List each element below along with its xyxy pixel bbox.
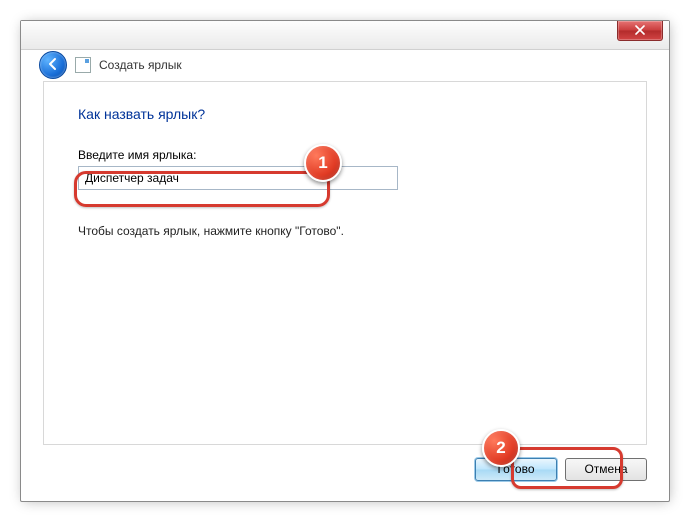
finish-button[interactable]: Готово <box>475 458 557 481</box>
dialog-title: Создать ярлык <box>99 58 182 72</box>
shortcut-app-icon <box>75 57 91 73</box>
close-button[interactable] <box>617 21 663 41</box>
back-button[interactable] <box>39 51 67 79</box>
arrow-left-icon <box>46 57 60 74</box>
close-icon <box>635 24 645 38</box>
cancel-button[interactable]: Отмена <box>565 458 647 481</box>
footer: Готово Отмена <box>43 451 647 487</box>
titlebar <box>21 21 669 50</box>
wizard-window: Создать ярлык Как назвать ярлык? Введите… <box>20 20 670 502</box>
name-field-label: Введите имя ярлыка: <box>78 148 612 162</box>
content-pane: Как назвать ярлык? Введите имя ярлыка: Ч… <box>43 81 647 445</box>
hint-text: Чтобы создать ярлык, нажмите кнопку "Гот… <box>78 224 612 238</box>
page-heading: Как назвать ярлык? <box>78 106 612 122</box>
nav-row: Создать ярлык <box>21 50 669 80</box>
shortcut-name-input[interactable] <box>78 166 398 190</box>
